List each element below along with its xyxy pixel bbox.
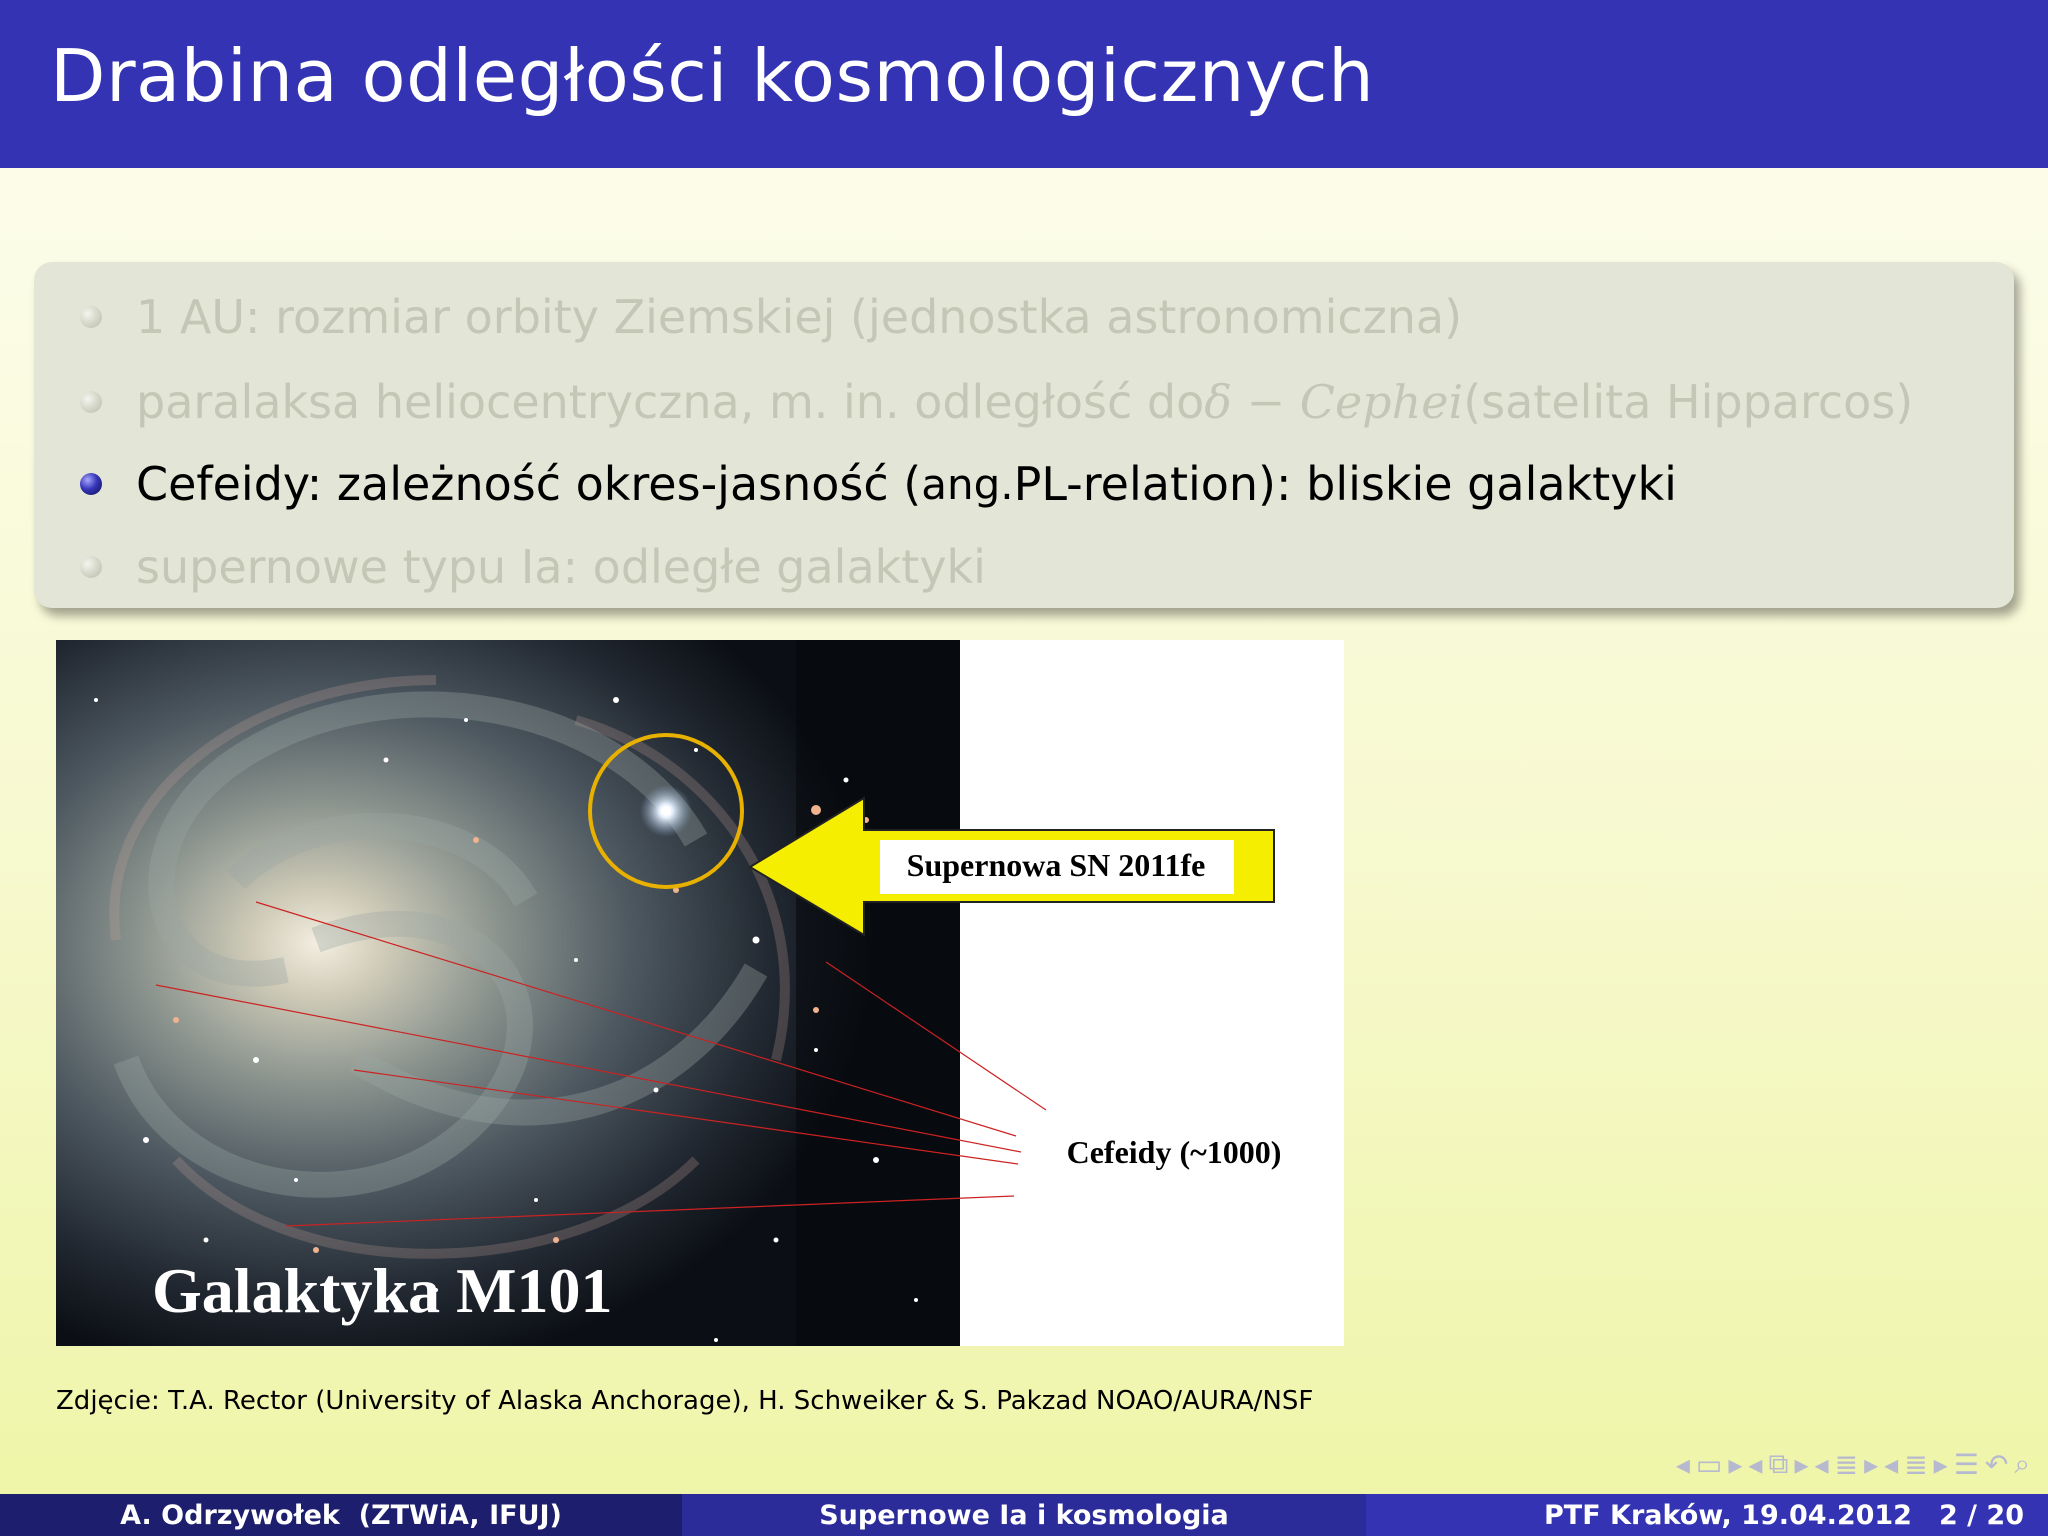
slide-title: Drabina odległości kosmologicznych xyxy=(50,34,1375,118)
bullet-text-post: PL-relation): bliskie galaktyki xyxy=(1013,457,1677,511)
footer-event: PTF Kraków, 19.04.2012 xyxy=(1544,1499,1912,1531)
nav-next-arrow-icon[interactable]: ▸ xyxy=(1794,1448,1808,1481)
frame-icon[interactable]: ▭ xyxy=(1696,1448,1722,1481)
search-icon[interactable]: ⌕ xyxy=(2014,1447,2030,1481)
bullet-text: supernowe typu Ia: odległe galaktyki xyxy=(136,540,986,594)
supernova-label: Supernowa SN 2011fe xyxy=(907,847,1206,883)
bullet-dot-icon xyxy=(80,473,102,495)
nav-prev-arrow-icon[interactable]: ◂ xyxy=(1676,1448,1690,1481)
slide-icon[interactable]: ⧉ xyxy=(1768,1447,1788,1481)
footer-author-cell: A. Odrzywołek (ZTWiA, IFUJ) xyxy=(0,1494,682,1536)
section-icon[interactable]: ≣ xyxy=(1904,1448,1927,1481)
bullet-text: 1 AU: rozmiar orbity Ziemskiej (jednostk… xyxy=(136,290,1463,344)
nav-next-arrow-icon[interactable]: ▸ xyxy=(1728,1448,1742,1481)
back-icon[interactable]: ↶ xyxy=(1985,1448,2008,1481)
subsection-icon[interactable]: ≣ xyxy=(1835,1448,1858,1481)
bullet-math: δ − Cephei xyxy=(1204,375,1464,429)
footer-page-number: 2 / 20 xyxy=(1938,1499,2024,1531)
beamer-navigation-bar: ◂ ▭ ▸ ◂ ⧉ ▸ ◂ ≣ ▸ ◂ ≣ ▸ ☰ ↶ ⌕ xyxy=(1320,1444,2030,1484)
bullet-dot-icon xyxy=(80,306,102,328)
outline-icon[interactable]: ☰ xyxy=(1954,1448,1979,1481)
bullet-item-au: 1 AU: rozmiar orbity Ziemskiej (jednostk… xyxy=(80,282,1462,352)
galaxy-figure: Supernowa SN 2011fe Cefeidy (~1000) Gala… xyxy=(56,640,1344,1346)
galaxy-m101-image: Supernowa SN 2011fe Cefeidy (~1000) Gala… xyxy=(56,640,1282,1346)
footer-event-cell: PTF Kraków, 19.04.2012 2 / 20 xyxy=(1366,1494,2048,1536)
nav-next-arrow-icon[interactable]: ▸ xyxy=(1934,1448,1948,1481)
bullet-item-cepheids: Cefeidy: zależność okres-jasność (ang. P… xyxy=(80,449,1677,519)
footer-bar: A. Odrzywołek (ZTWiA, IFUJ) Supernowe Ia… xyxy=(0,1494,2048,1536)
footer-talk-title: Supernowe Ia i kosmologia xyxy=(819,1499,1229,1531)
bullet-text-pre: paralaksa heliocentryczna, m. in. odległ… xyxy=(136,375,1205,429)
bullet-dot-icon xyxy=(80,391,102,413)
bullet-item-parallax: paralaksa heliocentryczna, m. in. odległ… xyxy=(80,367,1913,437)
bullet-text-pre: Cefeidy: zależność okres-jasność ( xyxy=(136,457,922,511)
cepheids-label: Cefeidy (~1000) xyxy=(1067,1134,1282,1170)
footer-author: A. Odrzywołek (ZTWiA, IFUJ) xyxy=(120,1499,562,1531)
photo-credit-caption: Zdjęcie: T.A. Rector (University of Alas… xyxy=(56,1386,1314,1416)
nav-prev-arrow-icon[interactable]: ◂ xyxy=(1815,1448,1829,1481)
bullet-text-post: (satelita Hipparcos) xyxy=(1463,375,1914,429)
nav-prev-arrow-icon[interactable]: ◂ xyxy=(1884,1448,1898,1481)
galaxy-label: Galaktyka M101 xyxy=(152,1255,612,1326)
bullet-item-supernovae: supernowe typu Ia: odległe galaktyki xyxy=(80,532,986,602)
nav-prev-arrow-icon[interactable]: ◂ xyxy=(1748,1448,1762,1481)
bullet-text-small: ang. xyxy=(921,459,1014,509)
bullet-dot-icon xyxy=(80,556,102,578)
nav-next-arrow-icon[interactable]: ▸ xyxy=(1864,1448,1878,1481)
footer-title-cell: Supernowe Ia i kosmologia xyxy=(682,1494,1366,1536)
title-bar: Drabina odległości kosmologicznych xyxy=(0,0,2048,168)
